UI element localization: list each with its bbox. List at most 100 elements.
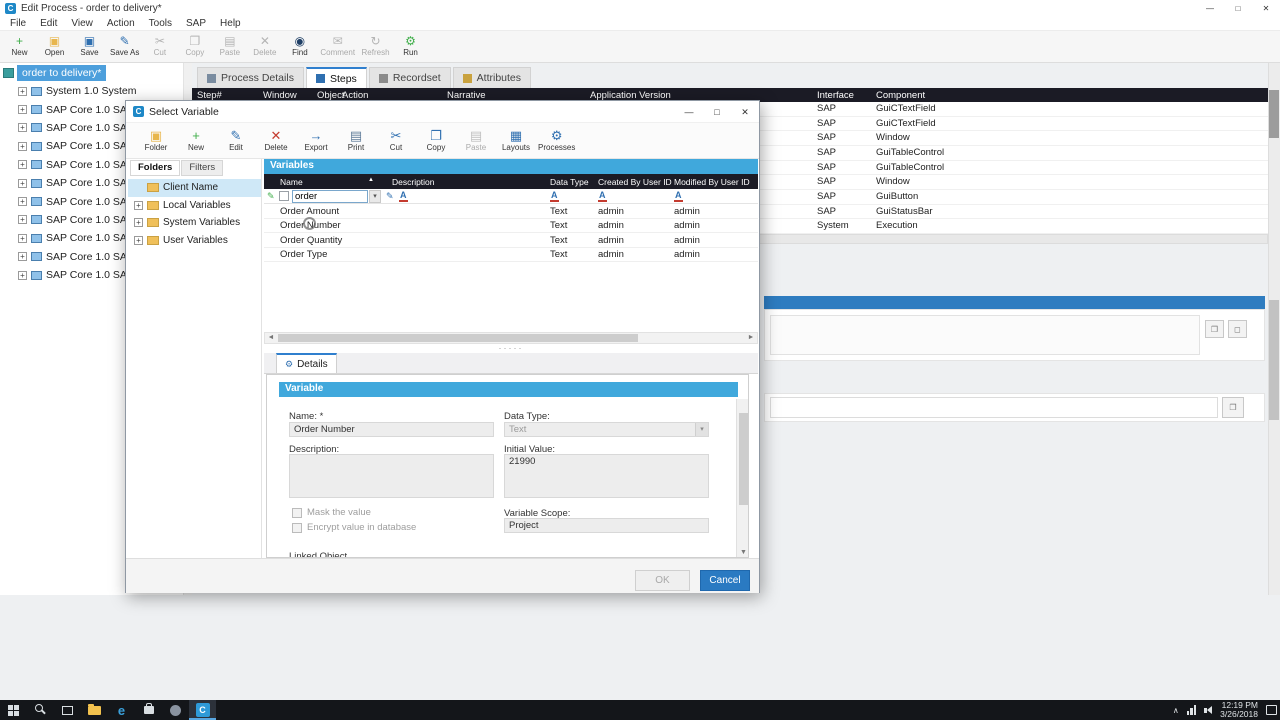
column-header[interactable]: Description xyxy=(392,177,435,187)
scrollbar-thumb[interactable] xyxy=(278,334,638,342)
column-header[interactable]: Created By User ID xyxy=(598,177,672,187)
toolbar-button[interactable]: ◉ Find xyxy=(282,34,317,59)
dialog-toolbar-button[interactable]: ▣ Folder xyxy=(136,128,176,153)
dialog-toolbar-button[interactable]: ✎ Edit xyxy=(216,128,256,153)
expand-field-button[interactable]: ◻ xyxy=(1228,320,1247,338)
splitter-grip[interactable]: ····· xyxy=(264,344,758,353)
close-button[interactable]: ✕ xyxy=(1252,0,1280,17)
column-header[interactable]: Data Type xyxy=(550,177,589,187)
expander-icon[interactable]: + xyxy=(18,178,27,188)
expander-icon[interactable]: + xyxy=(134,218,143,228)
dialog-toolbar-button[interactable]: ✂ Cut xyxy=(376,128,416,153)
expander-icon[interactable]: + xyxy=(18,86,27,96)
expander-icon[interactable]: + xyxy=(18,141,27,151)
toolbar-button[interactable]: ▤ Paste xyxy=(212,34,247,59)
folders-filters-tab[interactable]: Filters xyxy=(181,160,224,176)
tray-chevron-icon[interactable]: ∧ xyxy=(1173,706,1179,715)
scroll-left-icon[interactable]: ◄ xyxy=(265,333,277,343)
column-header[interactable]: Name xyxy=(280,177,303,187)
text-filter-icon[interactable]: A xyxy=(399,190,408,202)
expander-icon[interactable]: + xyxy=(18,215,27,225)
toolbar-button[interactable]: + New xyxy=(2,34,37,59)
mask-value-checkbox[interactable] xyxy=(292,508,302,518)
toolbar-button[interactable]: ✎ Save As xyxy=(107,34,142,59)
column-header[interactable]: Component xyxy=(876,90,925,101)
process-studio-button[interactable]: C xyxy=(189,700,216,720)
tree-root-item[interactable]: order to delivery* xyxy=(0,63,183,82)
expander-icon[interactable]: + xyxy=(134,200,143,210)
pencil-icon[interactable]: ✎ xyxy=(386,191,394,202)
folder-tree-item[interactable]: + System Variables xyxy=(128,214,261,232)
dialog-toolbar-button[interactable]: ⚙ Processes xyxy=(536,128,577,153)
menu-item[interactable]: Edit xyxy=(33,17,64,30)
scrollbar-thumb[interactable] xyxy=(1269,300,1279,420)
maximize-button[interactable]: □ xyxy=(1224,0,1252,17)
dialog-close-button[interactable]: ✕ xyxy=(731,101,759,123)
network-icon[interactable] xyxy=(1186,705,1197,715)
expander-icon[interactable]: + xyxy=(18,123,27,133)
dialog-maximize-button[interactable]: □ xyxy=(703,101,731,123)
dialog-toolbar-button[interactable]: ✕ Delete xyxy=(256,128,296,153)
details-scrollbar[interactable]: ▼ xyxy=(736,399,748,557)
data-type-select[interactable]: Text ▾ xyxy=(504,422,709,437)
expander-icon[interactable]: + xyxy=(18,160,27,170)
menu-item[interactable]: Action xyxy=(100,17,142,30)
scrollbar-thumb[interactable] xyxy=(1269,90,1279,138)
expander-icon[interactable]: + xyxy=(134,235,143,245)
dialog-toolbar-button[interactable]: ▦ Layouts xyxy=(496,128,536,153)
volume-icon[interactable] xyxy=(1204,706,1213,714)
text-filter-icon[interactable]: A xyxy=(550,190,559,202)
toolbar-button[interactable]: ⚙ Run xyxy=(393,34,428,59)
toolbar-button[interactable]: ✉ Comment xyxy=(317,34,358,59)
cancel-button[interactable]: Cancel xyxy=(700,570,750,591)
toolbar-button[interactable]: ✂ Cut xyxy=(142,34,177,59)
menu-item[interactable]: File xyxy=(3,17,33,30)
folder-tree-item[interactable]: + User Variables xyxy=(128,232,261,250)
initial-value-field[interactable]: 21990 xyxy=(504,454,709,498)
dialog-toolbar-button[interactable]: ▤ Paste xyxy=(456,128,496,153)
scroll-down-icon[interactable]: ▼ xyxy=(737,547,748,557)
menu-item[interactable]: Tools xyxy=(142,17,179,30)
menu-item[interactable]: View xyxy=(64,17,100,30)
content-tab[interactable]: Recordset xyxy=(368,67,451,88)
content-tab[interactable]: Attributes xyxy=(452,67,532,88)
folder-tree-item[interactable]: Client Name xyxy=(128,179,261,197)
menu-item[interactable]: SAP xyxy=(179,17,213,30)
text-filter-icon[interactable]: A xyxy=(598,190,607,202)
expander-icon[interactable]: + xyxy=(18,105,27,115)
detail-input-field[interactable] xyxy=(770,397,1218,418)
variable-row[interactable]: Order Amount Text admin admin xyxy=(264,204,758,219)
text-filter-icon[interactable]: A xyxy=(674,190,683,202)
toolbar-button[interactable]: ↻ Refresh xyxy=(358,34,393,59)
pinned-app-button[interactable] xyxy=(162,700,189,720)
expander-icon[interactable]: + xyxy=(18,233,27,243)
file-explorer-button[interactable] xyxy=(81,700,108,720)
ok-button[interactable]: OK xyxy=(635,570,690,591)
toolbar-button[interactable]: ✕ Delete xyxy=(247,34,282,59)
taskbar-clock[interactable]: 12:19 PM 3/26/2018 xyxy=(1220,700,1258,720)
filter-dropdown-icon[interactable]: ▾ xyxy=(369,190,381,203)
minimize-button[interactable]: — xyxy=(1196,0,1224,17)
toolbar-button[interactable]: ▣ Save xyxy=(72,34,107,59)
toolbar-button[interactable]: ❐ Copy xyxy=(177,34,212,59)
task-view-button[interactable] xyxy=(54,700,81,720)
insert-variable-button[interactable]: ❐ xyxy=(1205,320,1224,338)
search-button[interactable] xyxy=(27,700,54,720)
column-header[interactable]: Interface xyxy=(817,90,854,101)
variable-scope-field[interactable] xyxy=(504,518,709,533)
dialog-toolbar-button[interactable]: + New xyxy=(176,128,216,153)
variable-row[interactable]: Order Number Text admin admin xyxy=(264,219,758,233)
content-tab[interactable]: Process Details xyxy=(197,67,304,88)
tab-details[interactable]: ⚙ Details xyxy=(276,353,337,373)
expander-icon[interactable]: + xyxy=(18,270,27,280)
store-button[interactable] xyxy=(135,700,162,720)
toolbar-button[interactable]: ▣ Open xyxy=(37,34,72,59)
column-header[interactable]: Modified By User ID xyxy=(674,177,750,187)
dialog-toolbar-button[interactable]: → Export xyxy=(296,128,336,153)
edge-button[interactable]: e xyxy=(108,700,135,720)
narrative-field[interactable] xyxy=(770,315,1200,355)
scroll-right-icon[interactable]: ► xyxy=(745,333,757,343)
chevron-down-icon[interactable]: ▾ xyxy=(695,423,708,436)
content-tab[interactable]: Steps xyxy=(305,67,367,88)
row-checkbox[interactable] xyxy=(279,191,289,201)
